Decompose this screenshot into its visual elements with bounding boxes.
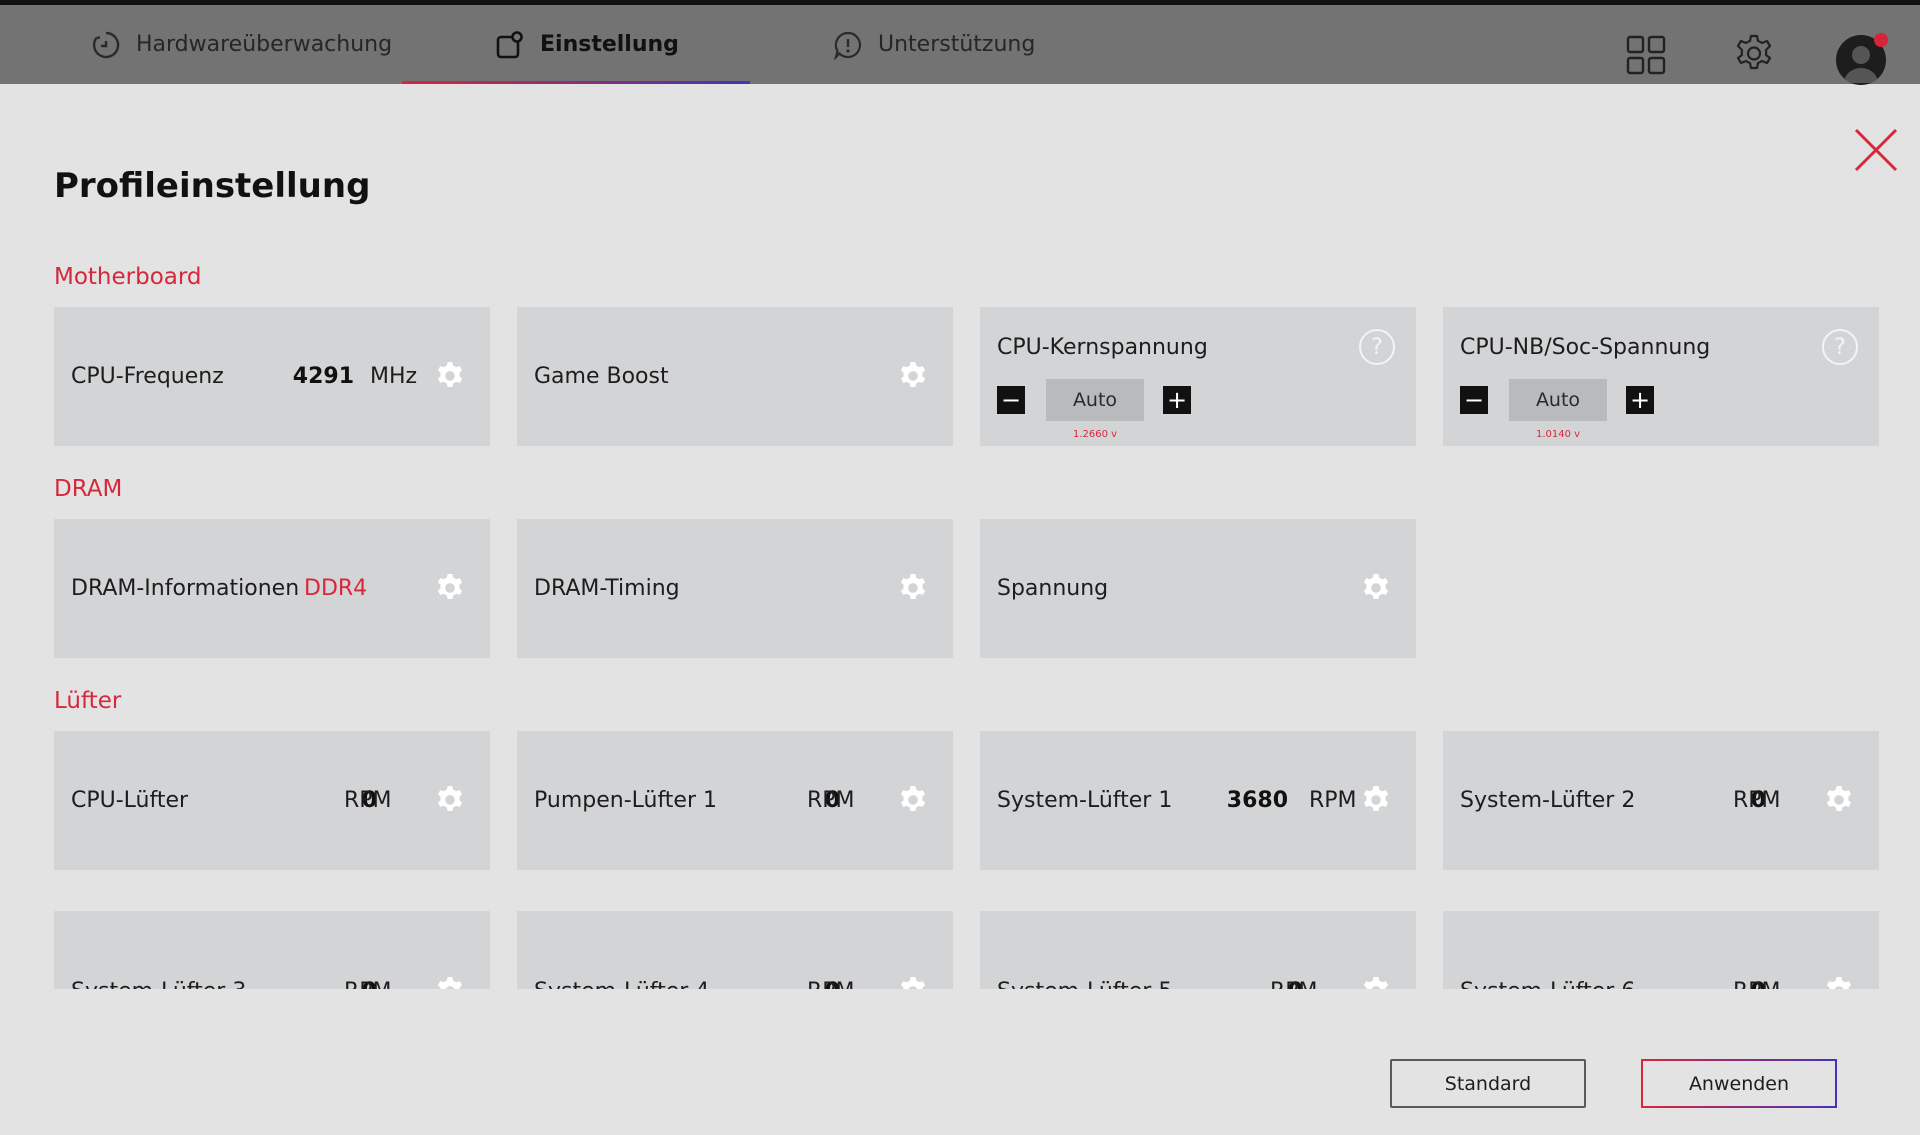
fan-rpm-unit: RPM — [344, 788, 392, 813]
gear-icon[interactable] — [435, 361, 465, 391]
cpu-frequency-value: 4291 — [292, 364, 354, 389]
card-cpu-frequency[interactable]: CPU-Frequenz 4291 MHz — [54, 307, 490, 446]
card-dram-info[interactable]: DRAM-Informationen DDR4 — [54, 519, 490, 658]
help-icon[interactable]: ? — [1822, 329, 1858, 365]
gear-icon[interactable] — [1824, 976, 1854, 989]
standard-button[interactable]: Standard — [1390, 1059, 1586, 1108]
card-label: Game Boost — [534, 364, 669, 389]
decrease-button[interactable]: − — [997, 386, 1025, 414]
cpu-nb-voltage-hint: 1.0140 v — [1535, 429, 1581, 440]
fan-rpm-unit: RPM — [1733, 788, 1781, 813]
top-nav-bar: Hardwareüberwachung Einstellung Unterstü… — [0, 0, 1920, 85]
gear-icon[interactable] — [898, 361, 928, 391]
tab-label: Unterstützung — [878, 32, 1036, 57]
card-label: CPU-NB/Soc-Spannung — [1460, 335, 1711, 360]
card-label: System-Lüfter 3 — [71, 911, 246, 990]
card-fan[interactable]: System-Lüfter 6 0 RPM — [1443, 911, 1879, 989]
active-tab-indicator — [402, 81, 750, 84]
card-label: System-Lüfter 4 — [534, 911, 709, 990]
card-fan[interactable]: System-Lüfter 2 0 RPM — [1443, 731, 1879, 870]
gear-icon[interactable] — [435, 573, 465, 603]
fan-rpm-unit: RPM — [1309, 788, 1357, 813]
tab-label: Einstellung — [540, 32, 679, 57]
increase-button[interactable]: + — [1163, 386, 1191, 414]
cpu-core-voltage-hint: 1.2660 v — [1072, 429, 1118, 440]
grid-icon[interactable] — [1626, 35, 1666, 75]
card-fan[interactable]: System-Lüfter 5 0 RPM — [980, 911, 1416, 989]
card-fan[interactable]: CPU-Lüfter 0 RPM — [54, 731, 490, 870]
tab-label: Hardwareüberwachung — [136, 32, 393, 57]
section-fans: Lüfter — [54, 688, 122, 714]
section-dram: DRAM — [54, 476, 123, 502]
card-fan[interactable]: System-Lüfter 1 3680 RPM — [980, 731, 1416, 870]
fan-rpm-value: 3680 — [1226, 788, 1288, 813]
cpu-frequency-unit: MHz — [370, 364, 418, 389]
cpu-core-voltage-input[interactable]: Auto — [1046, 379, 1144, 421]
card-cpu-core-voltage: CPU-Kernspannung ? − Auto + 1.2660 v — [980, 307, 1416, 446]
gear-icon[interactable] — [1361, 785, 1391, 815]
card-label: DRAM-Timing — [534, 576, 680, 601]
dram-type-value: DDR4 — [304, 576, 368, 601]
fan-rpm-unit: RPM — [344, 911, 392, 990]
help-icon[interactable]: ? — [1359, 329, 1395, 365]
section-motherboard: Motherboard — [54, 264, 202, 290]
gauge-icon — [92, 31, 120, 58]
tab-hardware-monitoring[interactable]: Hardwareüberwachung — [90, 5, 392, 84]
card-fan[interactable]: System-Lüfter 4 0 RPM — [517, 911, 953, 989]
fan-rpm-unit: RPM — [807, 911, 855, 990]
page-title: Profileinstellung — [54, 166, 371, 206]
card-label: System-Lüfter 5 — [997, 911, 1172, 990]
card-label: System-Lüfter 2 — [1460, 788, 1636, 813]
fan-rpm-unit: RPM — [1733, 911, 1781, 990]
notification-dot — [1874, 33, 1888, 47]
fan-list-scroll-area[interactable]: System-Lüfter 3 0 RPM System-Lüfter 4 0 … — [0, 911, 1920, 989]
card-label: CPU-Kernspannung — [997, 335, 1208, 360]
card-dram-voltage[interactable]: Spannung — [980, 519, 1416, 658]
card-label: System-Lüfter 6 — [1460, 911, 1635, 990]
gear-icon[interactable] — [898, 573, 928, 603]
card-label: DRAM-Informationen — [71, 576, 300, 601]
fan-rpm-unit: RPM — [807, 788, 855, 813]
card-fan[interactable]: Pumpen-Lüfter 1 0 RPM — [517, 731, 953, 870]
gear-icon[interactable] — [1732, 33, 1776, 77]
tab-support[interactable]: Unterstützung — [832, 5, 1035, 84]
card-game-boost[interactable]: Game Boost — [517, 307, 953, 446]
gear-icon[interactable] — [435, 976, 465, 989]
gear-icon[interactable] — [898, 785, 928, 815]
cpu-nb-voltage-input[interactable]: Auto — [1509, 379, 1607, 421]
gear-icon[interactable] — [898, 976, 928, 989]
card-label: Spannung — [997, 576, 1109, 601]
gear-icon[interactable] — [435, 785, 465, 815]
support-icon — [833, 31, 862, 61]
settings-tab-icon — [496, 30, 523, 58]
card-cpu-nb-soc-voltage: CPU-NB/Soc-Spannung ? − Auto + 1.0140 v — [1443, 307, 1879, 446]
card-fan[interactable]: System-Lüfter 3 0 RPM — [54, 911, 490, 989]
decrease-button[interactable]: − — [1460, 386, 1488, 414]
tab-settings[interactable]: Einstellung — [494, 5, 679, 84]
fan-rpm-unit: RPM — [1270, 911, 1318, 990]
increase-button[interactable]: + — [1626, 386, 1654, 414]
card-dram-timing[interactable]: DRAM-Timing — [517, 519, 953, 658]
card-label: CPU-Lüfter — [71, 788, 189, 813]
card-label: Pumpen-Lüfter 1 — [534, 788, 718, 813]
gear-icon[interactable] — [1361, 976, 1391, 989]
close-icon[interactable] — [1852, 126, 1900, 174]
gear-icon[interactable] — [1361, 573, 1391, 603]
gear-icon[interactable] — [1824, 785, 1854, 815]
app-window: Hardwareüberwachung Einstellung Unterstü… — [0, 0, 1920, 1135]
card-label: CPU-Frequenz — [71, 364, 224, 389]
card-label: System-Lüfter 1 — [997, 788, 1173, 813]
apply-button[interactable]: Anwenden — [1641, 1059, 1837, 1108]
